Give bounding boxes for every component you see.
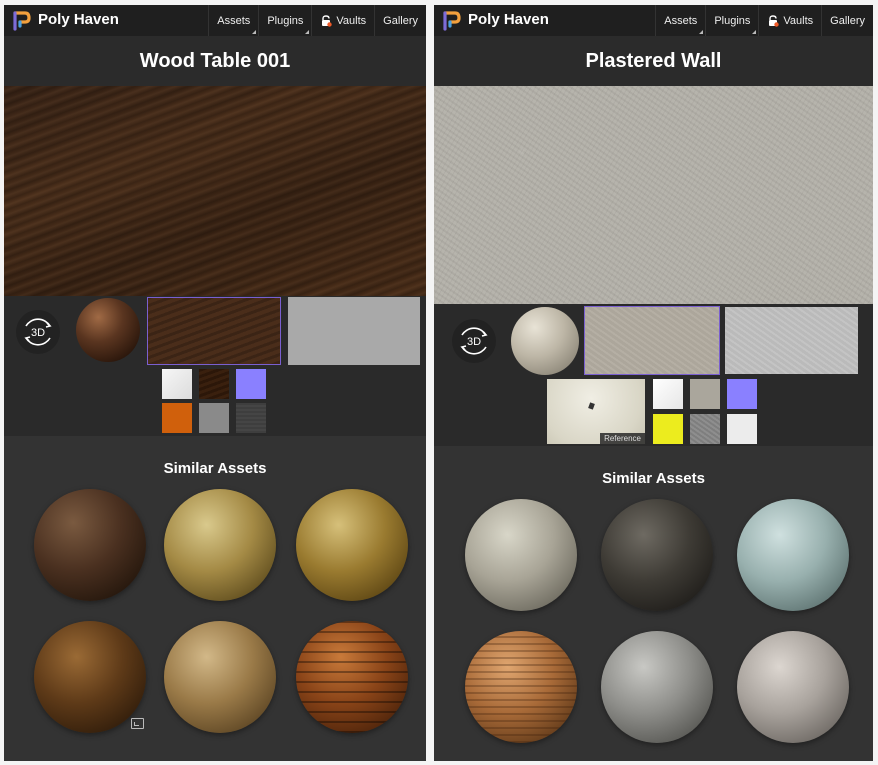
nav-menu: Assets Plugins Vaults Gallery bbox=[655, 5, 873, 36]
similar-asset-thumb[interactable] bbox=[164, 489, 276, 601]
asset-preview-image[interactable] bbox=[4, 86, 426, 296]
map-swatch[interactable] bbox=[727, 379, 757, 409]
asset-preview-image[interactable] bbox=[434, 86, 873, 304]
nav-menu: Assets Plugins Vaults Gallery bbox=[208, 5, 426, 36]
surface-preview-thumb[interactable] bbox=[288, 297, 420, 365]
map-swatch[interactable] bbox=[236, 403, 266, 433]
polyhaven-logo-icon[interactable] bbox=[440, 10, 462, 32]
navbar: Poly Haven Assets Plugins Vaults Gallery bbox=[4, 5, 426, 36]
dropdown-corner-icon bbox=[699, 30, 704, 34]
dropdown-corner-icon bbox=[752, 30, 757, 34]
map-swatch[interactable] bbox=[236, 369, 266, 399]
rotate-3d-icon: 3D bbox=[24, 318, 52, 346]
map-swatch[interactable] bbox=[199, 403, 229, 433]
nav-vaults-label: Vaults bbox=[336, 14, 367, 27]
similar-asset-thumb[interactable] bbox=[601, 499, 713, 611]
nav-vaults[interactable]: Vaults bbox=[311, 5, 374, 36]
similar-asset-thumb[interactable] bbox=[737, 499, 849, 611]
dropdown-corner-icon bbox=[252, 30, 257, 34]
nav-gallery[interactable]: Gallery bbox=[374, 5, 426, 36]
sphere-preview-thumb[interactable] bbox=[511, 307, 579, 375]
map-swatch[interactable] bbox=[653, 414, 683, 444]
nav-plugins-label: Plugins bbox=[267, 14, 304, 27]
asset-title-bar: Wood Table 001 bbox=[4, 36, 426, 86]
map-swatch[interactable] bbox=[162, 403, 192, 433]
lock-icon bbox=[769, 14, 780, 27]
flat-preview-thumb[interactable] bbox=[584, 306, 720, 375]
nav-assets-label: Assets bbox=[217, 14, 251, 27]
surface-preview-thumb[interactable] bbox=[725, 307, 858, 374]
similar-asset-thumb[interactable] bbox=[296, 621, 408, 733]
map-swatch[interactable] bbox=[653, 379, 683, 409]
similar-assets-title: Similar Assets bbox=[602, 470, 705, 487]
view-3d-label: 3D bbox=[467, 336, 481, 348]
view-3d-button[interactable]: 3D bbox=[16, 310, 60, 354]
nav-assets[interactable]: Assets bbox=[208, 5, 258, 36]
page-title: Plastered Wall bbox=[585, 49, 722, 72]
nav-gallery-label: Gallery bbox=[383, 14, 418, 27]
navbar: Poly Haven Assets Plugins Vaults Gallery bbox=[434, 5, 873, 36]
dropdown-corner-icon bbox=[305, 30, 310, 34]
reference-photo-thumb[interactable]: Reference bbox=[547, 379, 645, 444]
nav-vaults-label: Vaults bbox=[783, 14, 814, 27]
map-swatch[interactable] bbox=[199, 369, 229, 399]
map-swatch[interactable] bbox=[690, 379, 720, 409]
brand-name[interactable]: Poly Haven bbox=[468, 11, 549, 28]
view-3d-button[interactable]: 3D bbox=[452, 319, 496, 363]
sphere-preview-thumb[interactable] bbox=[76, 298, 140, 362]
similar-asset-thumb[interactable] bbox=[34, 621, 146, 733]
reference-label: Reference bbox=[600, 433, 645, 444]
expand-icon[interactable] bbox=[131, 718, 144, 729]
wood-table-page: Poly Haven Assets Plugins Vaults Gallery… bbox=[4, 5, 426, 761]
rotate-3d-icon: 3D bbox=[460, 327, 488, 355]
nav-gallery[interactable]: Gallery bbox=[821, 5, 873, 36]
asset-title-bar: Plastered Wall bbox=[434, 36, 873, 86]
nav-gallery-label: Gallery bbox=[830, 14, 865, 27]
plastered-wall-page: Poly Haven Assets Plugins Vaults Gallery… bbox=[434, 5, 873, 761]
similar-asset-thumb[interactable] bbox=[465, 499, 577, 611]
page-title: Wood Table 001 bbox=[139, 49, 291, 72]
nav-assets-label: Assets bbox=[664, 14, 698, 27]
nav-plugins[interactable]: Plugins bbox=[705, 5, 758, 36]
similar-asset-thumb[interactable] bbox=[164, 621, 276, 733]
brand-name[interactable]: Poly Haven bbox=[38, 11, 119, 28]
map-swatch[interactable] bbox=[690, 414, 720, 444]
map-swatch[interactable] bbox=[162, 369, 192, 399]
view-3d-label: 3D bbox=[31, 327, 45, 339]
nav-assets[interactable]: Assets bbox=[655, 5, 705, 36]
nav-plugins[interactable]: Plugins bbox=[258, 5, 311, 36]
reference-mark bbox=[588, 402, 595, 410]
lock-icon bbox=[322, 14, 333, 27]
polyhaven-logo-icon[interactable] bbox=[10, 10, 32, 32]
nav-vaults[interactable]: Vaults bbox=[758, 5, 821, 36]
similar-asset-thumb[interactable] bbox=[465, 631, 577, 743]
similar-asset-thumb[interactable] bbox=[601, 631, 713, 743]
flat-preview-thumb[interactable] bbox=[147, 297, 281, 365]
nav-plugins-label: Plugins bbox=[714, 14, 751, 27]
similar-asset-thumb[interactable] bbox=[34, 489, 146, 601]
similar-assets-title: Similar Assets bbox=[163, 460, 267, 477]
map-swatch[interactable] bbox=[727, 414, 757, 444]
similar-asset-thumb[interactable] bbox=[296, 489, 408, 601]
similar-asset-thumb[interactable] bbox=[737, 631, 849, 743]
